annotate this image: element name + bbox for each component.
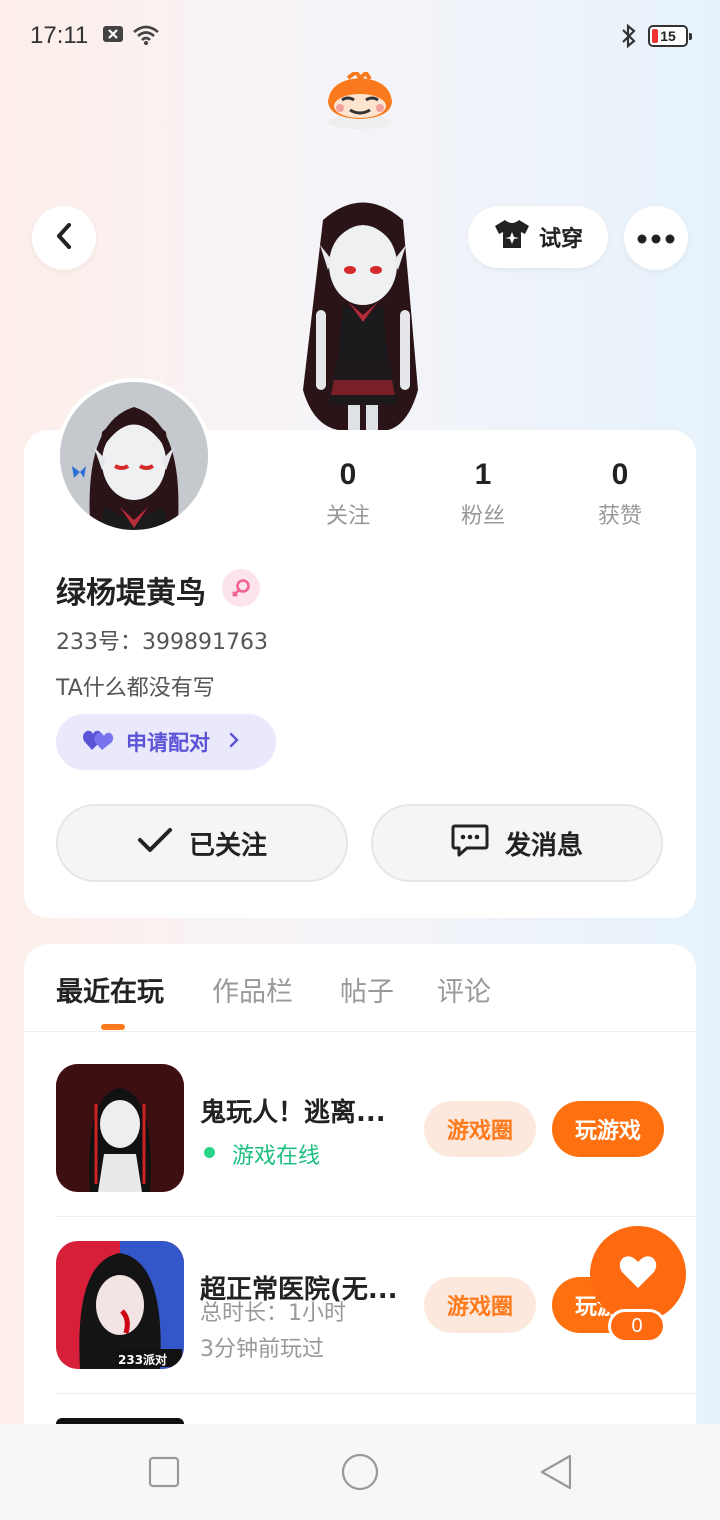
game-icon[interactable] xyxy=(56,1064,184,1192)
recent-apps-icon[interactable] xyxy=(148,1456,180,1492)
game-name: 鬼玩人！逃离... xyxy=(200,1098,386,1128)
stat-value: 0 xyxy=(339,458,357,491)
game-play-duration: 总时长：1小时 xyxy=(200,1301,346,1326)
status-bar: 17:11 15 xyxy=(0,0,720,74)
tab-comments[interactable]: 评论 xyxy=(437,970,491,1009)
apply-pair-label: 申请配对 xyxy=(126,731,210,755)
stat-following[interactable]: 0 关注 xyxy=(298,458,398,530)
tshirt-icon xyxy=(493,218,531,256)
user-id: 233号：399891763 xyxy=(56,630,268,655)
game-badge: 233派对 xyxy=(118,1353,168,1367)
following-label: 已关注 xyxy=(188,830,267,861)
stat-value: 1 xyxy=(474,458,492,491)
send-message-button[interactable]: 发消息 xyxy=(371,804,663,882)
stat-likes[interactable]: 0 获赞 xyxy=(570,458,670,530)
stat-followers[interactable]: 1 粉丝 xyxy=(433,458,533,530)
chat-bubble-icon xyxy=(451,823,489,864)
stat-label: 关注 xyxy=(325,504,370,529)
avatar[interactable] xyxy=(56,378,212,534)
female-gender-icon xyxy=(222,569,260,607)
app-logo xyxy=(320,69,400,132)
tab-active-indicator xyxy=(101,1024,125,1030)
stat-label: 粉丝 xyxy=(460,504,505,529)
user-bio: TA什么都没有写 xyxy=(56,676,215,701)
tab-divider xyxy=(24,1031,696,1032)
online-dot-icon xyxy=(204,1147,215,1158)
game-online-status: 游戏在线 xyxy=(200,1138,320,1170)
game-circle-button[interactable]: 游戏圈 xyxy=(424,1277,536,1333)
system-navigation-bar xyxy=(0,1424,720,1520)
heart-icon xyxy=(618,1254,658,1294)
user-nickname: 绿杨堤黄鸟 xyxy=(56,576,206,611)
game-icon[interactable]: 233派对 xyxy=(56,1241,184,1369)
battery-indicator: 15 xyxy=(648,25,692,47)
bluetooth-icon xyxy=(620,23,638,52)
like-fab-button[interactable] xyxy=(590,1226,686,1322)
checkmark-icon xyxy=(137,826,173,861)
row-divider xyxy=(56,1216,696,1217)
chevron-right-icon xyxy=(228,730,240,754)
back-triangle-icon[interactable] xyxy=(538,1454,574,1494)
try-on-label: 试穿 xyxy=(538,227,583,252)
play-game-button[interactable]: 玩游戏 xyxy=(552,1101,664,1157)
like-count-badge: 0 xyxy=(608,1309,666,1343)
game-last-played: 3分钟前玩过 xyxy=(200,1337,324,1362)
following-button[interactable]: 已关注 xyxy=(56,804,348,882)
tab-posts[interactable]: 帖子 xyxy=(340,970,394,1009)
tab-recently-played[interactable]: 最近在玩 xyxy=(56,970,164,1009)
send-message-label: 发消息 xyxy=(504,830,583,861)
notification-icon xyxy=(102,24,124,48)
more-dots-icon xyxy=(637,229,675,248)
double-heart-icon xyxy=(82,728,116,757)
home-icon[interactable] xyxy=(341,1453,379,1495)
status-time: 17:11 xyxy=(30,22,89,49)
list-item[interactable]: 鬼玩人！逃离... 游戏在线 游戏圈 玩游戏 xyxy=(56,1064,696,1194)
chevron-left-icon xyxy=(53,221,75,255)
avatar-3d-figure[interactable] xyxy=(268,190,458,430)
tab-works[interactable]: 作品栏 xyxy=(212,970,293,1009)
game-circle-button[interactable]: 游戏圈 xyxy=(424,1101,536,1157)
wifi-icon xyxy=(132,24,160,50)
row-divider xyxy=(56,1393,696,1394)
back-button[interactable] xyxy=(32,206,96,270)
try-on-button[interactable]: 试穿 xyxy=(468,206,608,268)
more-options-button[interactable] xyxy=(624,206,688,270)
stat-label: 获赞 xyxy=(597,504,642,529)
apply-pair-button[interactable]: 申请配对 xyxy=(56,714,276,770)
stat-value: 0 xyxy=(611,458,629,491)
